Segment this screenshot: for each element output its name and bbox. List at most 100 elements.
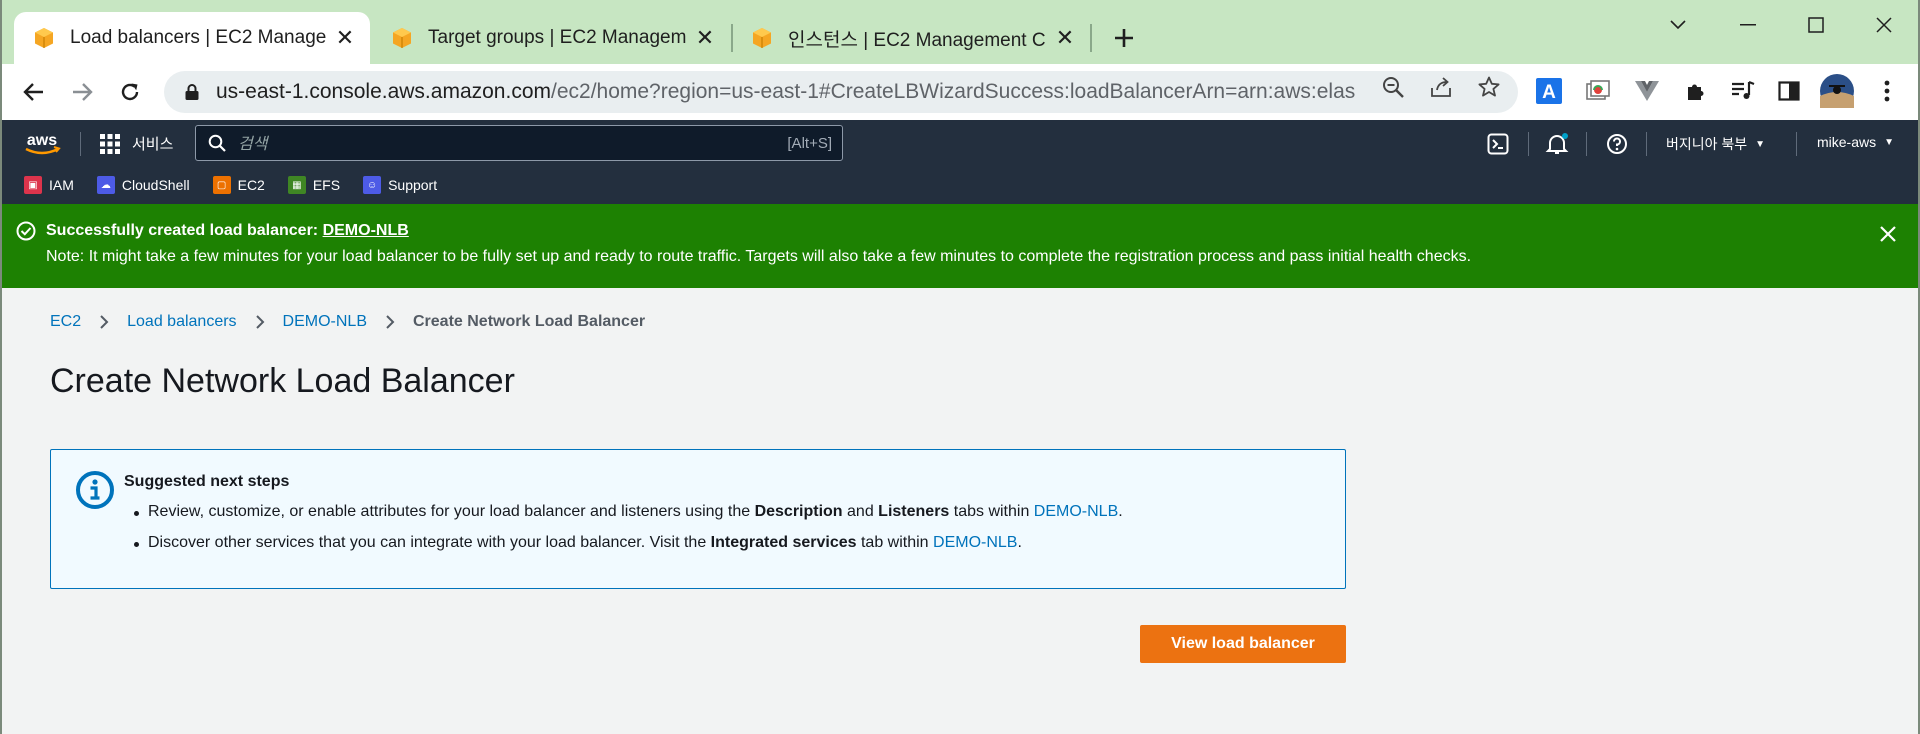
- services-menu-button[interactable]: 서비스: [100, 133, 173, 154]
- forward-button[interactable]: [66, 76, 98, 108]
- breadcrumb-demo-nlb[interactable]: DEMO-NLB: [283, 313, 367, 331]
- grid-icon: [100, 133, 120, 154]
- check-circle-icon: [16, 221, 36, 241]
- breadcrumb-ec2[interactable]: EC2: [50, 313, 81, 331]
- chevron-right-icon: [383, 315, 397, 329]
- suggested-next-steps-alert: Suggested next steps Review, customize, …: [50, 449, 1346, 589]
- share-icon: [1431, 77, 1451, 97]
- minimize-button[interactable]: [1728, 10, 1768, 40]
- demo-nlb-link[interactable]: DEMO-NLB: [933, 534, 1017, 551]
- favorite-cloudshell[interactable]: ☁ CloudShell: [96, 176, 190, 194]
- favorite-label: EFS: [312, 177, 341, 193]
- step-text: and: [842, 503, 879, 520]
- profile-avatar[interactable]: [1820, 74, 1854, 108]
- screenshot-extension[interactable]: [1583, 76, 1613, 106]
- breadcrumb-load-balancers[interactable]: Load balancers: [127, 313, 236, 331]
- help-button[interactable]: [1605, 132, 1629, 156]
- url-text[interactable]: us-east-1.console.aws.amazon.com/ec2/hom…: [216, 80, 1356, 104]
- tab-instances[interactable]: 인스턴스 | EC2 Management Console ✕: [732, 12, 1090, 64]
- tab-title: 인스턴스 | EC2 Management Console: [788, 29, 1046, 51]
- header-divider: [1796, 132, 1797, 156]
- step-text: tabs within: [949, 503, 1034, 520]
- flash-header: Successfully created load balancer: DEMO…: [46, 222, 409, 240]
- chevron-right-icon: [97, 315, 111, 329]
- media-button[interactable]: [1728, 76, 1758, 106]
- tab-search-button[interactable]: [1658, 10, 1698, 40]
- tab-target-groups[interactable]: Target groups | EC2 Management Console ✕: [372, 12, 730, 64]
- region-selector[interactable]: 버지니아 북부 ▼: [1666, 134, 1765, 154]
- back-button[interactable]: [18, 76, 50, 108]
- side-panel-icon: [1778, 81, 1800, 101]
- dismiss-flash-button[interactable]: [1876, 222, 1900, 246]
- flash-note: Note: It might take a few minutes for yo…: [46, 248, 1472, 265]
- translate-a-icon: A: [1536, 78, 1562, 104]
- close-tab-icon[interactable]: ✕: [694, 25, 716, 50]
- url-path: /ec2/home?region=us-east-1#CreateLBWizar…: [551, 80, 1356, 103]
- step-text: tab within: [856, 534, 934, 551]
- aws-console-header: aws 서비스 [Alt+S]: [0, 120, 1920, 204]
- step-bold-integrated-services: Integrated services: [710, 534, 857, 551]
- cloudshell-button[interactable]: [1486, 132, 1510, 156]
- search-box[interactable]: [Alt+S]: [195, 125, 843, 161]
- notifications-button[interactable]: [1545, 132, 1569, 156]
- vue-devtools-extension[interactable]: [1632, 76, 1662, 106]
- browser-menu-button[interactable]: [1872, 76, 1902, 106]
- more-vertical-icon: [1884, 80, 1890, 102]
- aws-logo[interactable]: aws: [22, 131, 62, 157]
- close-tab-icon[interactable]: ✕: [334, 25, 356, 50]
- favorites-bar: ▣ IAM ☁ CloudShell ▢ EC2 ▦ EFS ☺ Support: [0, 166, 1920, 204]
- address-bar[interactable]: us-east-1.console.aws.amazon.com/ec2/hom…: [164, 71, 1518, 113]
- ec2-icon: ▢: [212, 176, 231, 194]
- flash-load-balancer-link[interactable]: DEMO-NLB: [323, 222, 409, 239]
- close-window-button[interactable]: [1864, 10, 1904, 40]
- side-panel-button[interactable]: [1774, 76, 1804, 106]
- extensions-button[interactable]: [1681, 76, 1711, 106]
- step-text: Discover other services that you can int…: [148, 534, 711, 551]
- search-shortcut-hint: [Alt+S]: [787, 134, 832, 152]
- caret-down-icon: ▼: [1884, 136, 1895, 148]
- puzzle-icon: [1688, 84, 1704, 100]
- favorite-ec2[interactable]: ▢ EC2: [212, 176, 265, 194]
- new-tab-button[interactable]: [1108, 22, 1140, 54]
- favorite-iam[interactable]: ▣ IAM: [24, 176, 74, 194]
- search-icon: [208, 134, 226, 152]
- star-icon: [1478, 76, 1500, 97]
- plus-icon: [1115, 29, 1133, 47]
- step-text: .: [1017, 534, 1022, 551]
- aws-cube-icon: [393, 28, 411, 48]
- bookmark-button[interactable]: [1476, 74, 1502, 100]
- account-label: mike-aws: [1817, 134, 1877, 150]
- next-steps-list: Review, customize, or enable attributes …: [134, 503, 1123, 565]
- favorite-support[interactable]: ☺ Support: [363, 176, 437, 194]
- translate-extension[interactable]: A: [1534, 76, 1564, 106]
- tab-load-balancers[interactable]: Load balancers | EC2 Management Console …: [14, 12, 370, 64]
- minimize-icon: [1740, 24, 1756, 26]
- share-button[interactable]: [1428, 74, 1454, 100]
- search-input[interactable]: [238, 133, 788, 153]
- step-text: Review, customize, or enable attributes …: [148, 503, 755, 520]
- support-icon: ☺: [363, 176, 382, 194]
- maximize-button[interactable]: [1796, 10, 1836, 40]
- step-bold-listeners: Listeners: [878, 503, 950, 520]
- close-tab-icon[interactable]: ✕: [1054, 25, 1076, 50]
- chevron-down-icon: [1670, 20, 1686, 30]
- favorite-efs[interactable]: ▦ EFS: [287, 176, 341, 194]
- reload-button[interactable]: [114, 76, 146, 108]
- zoom-button[interactable]: [1380, 74, 1406, 100]
- terminal-icon: [1487, 133, 1509, 155]
- header-divider: [1586, 132, 1587, 156]
- account-menu[interactable]: mike-aws ▼: [1817, 134, 1894, 150]
- step-text: .: [1118, 503, 1123, 520]
- demo-nlb-link[interactable]: DEMO-NLB: [1034, 503, 1118, 520]
- view-load-balancer-button[interactable]: View load balancer: [1140, 625, 1346, 663]
- bell-icon: [1545, 133, 1569, 154]
- tab-separator: [1090, 24, 1092, 52]
- breadcrumb: EC2 Load balancers DEMO-NLB Create Netwo…: [50, 313, 645, 331]
- browser-toolbar: us-east-1.console.aws.amazon.com/ec2/hom…: [0, 64, 1920, 120]
- tab-title: Target groups | EC2 Management Console: [428, 27, 686, 48]
- reload-icon: [121, 83, 139, 101]
- success-flash-banner: Successfully created load balancer: DEMO…: [2, 204, 1918, 288]
- close-icon: [1880, 226, 1896, 242]
- list-item: Review, customize, or enable attributes …: [134, 503, 1123, 521]
- help-circle-icon: [1607, 134, 1627, 154]
